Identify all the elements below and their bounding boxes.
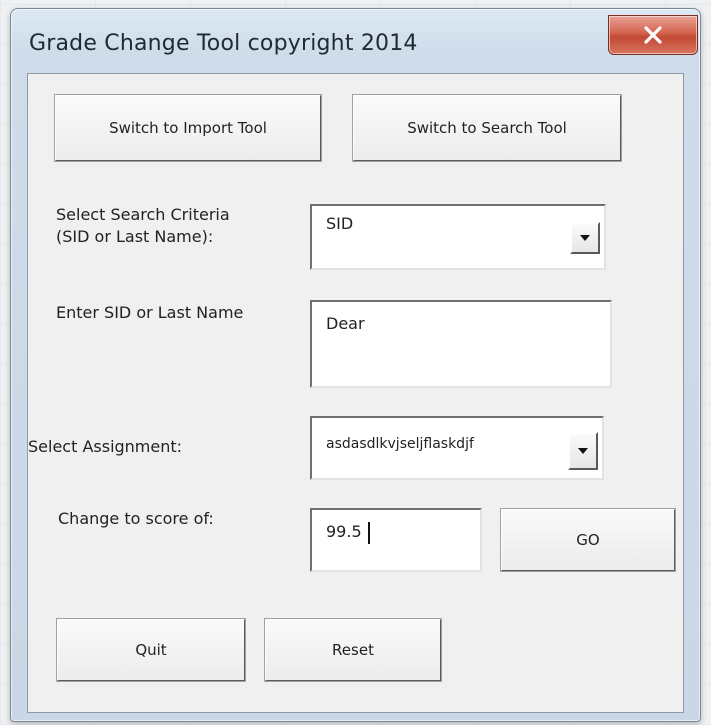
- grade-change-dialog: Grade Change Tool copyright 2014 Switch …: [10, 8, 701, 722]
- window-title: Grade Change Tool copyright 2014: [29, 31, 418, 56]
- assignment-dropdown-button[interactable]: [568, 432, 598, 470]
- switch-to-import-tool-button[interactable]: Switch to Import Tool: [54, 94, 322, 162]
- dropdown-arrow-icon: [580, 235, 590, 241]
- search-criteria-dropdown-button[interactable]: [570, 222, 600, 254]
- assignment-label: Select Assignment:: [28, 437, 183, 456]
- search-criteria-label: Select Search Criteria (SID or Last Name…: [56, 204, 230, 248]
- score-input[interactable]: 99.5: [310, 508, 482, 572]
- assignment-value: asdasdlkvjseljflaskdjf: [326, 436, 474, 452]
- switch-to-search-tool-button[interactable]: Switch to Search Tool: [352, 94, 622, 162]
- search-criteria-label-line1: Select Search Criteria: [56, 205, 230, 224]
- search-criteria-value: SID: [326, 214, 354, 233]
- sid-or-name-input[interactable]: Dear: [310, 300, 612, 388]
- go-button[interactable]: GO: [500, 508, 676, 572]
- score-label: Change to score of:: [58, 509, 214, 528]
- search-criteria-select[interactable]: SID: [310, 204, 606, 270]
- sid-or-name-value: Dear: [326, 314, 365, 333]
- text-cursor: [368, 522, 370, 544]
- dialog-body: Switch to Import Tool Switch to Search T…: [27, 73, 684, 713]
- close-icon: [644, 26, 662, 44]
- quit-button[interactable]: Quit: [56, 618, 246, 682]
- reset-button[interactable]: Reset: [264, 618, 442, 682]
- assignment-select[interactable]: asdasdlkvjseljflaskdjf: [310, 416, 604, 480]
- dropdown-arrow-icon: [578, 448, 588, 454]
- score-value: 99.5: [326, 522, 362, 541]
- sid-or-name-label: Enter SID or Last Name: [56, 303, 244, 322]
- search-criteria-label-line2: (SID or Last Name):: [56, 227, 214, 246]
- close-button[interactable]: [608, 15, 698, 55]
